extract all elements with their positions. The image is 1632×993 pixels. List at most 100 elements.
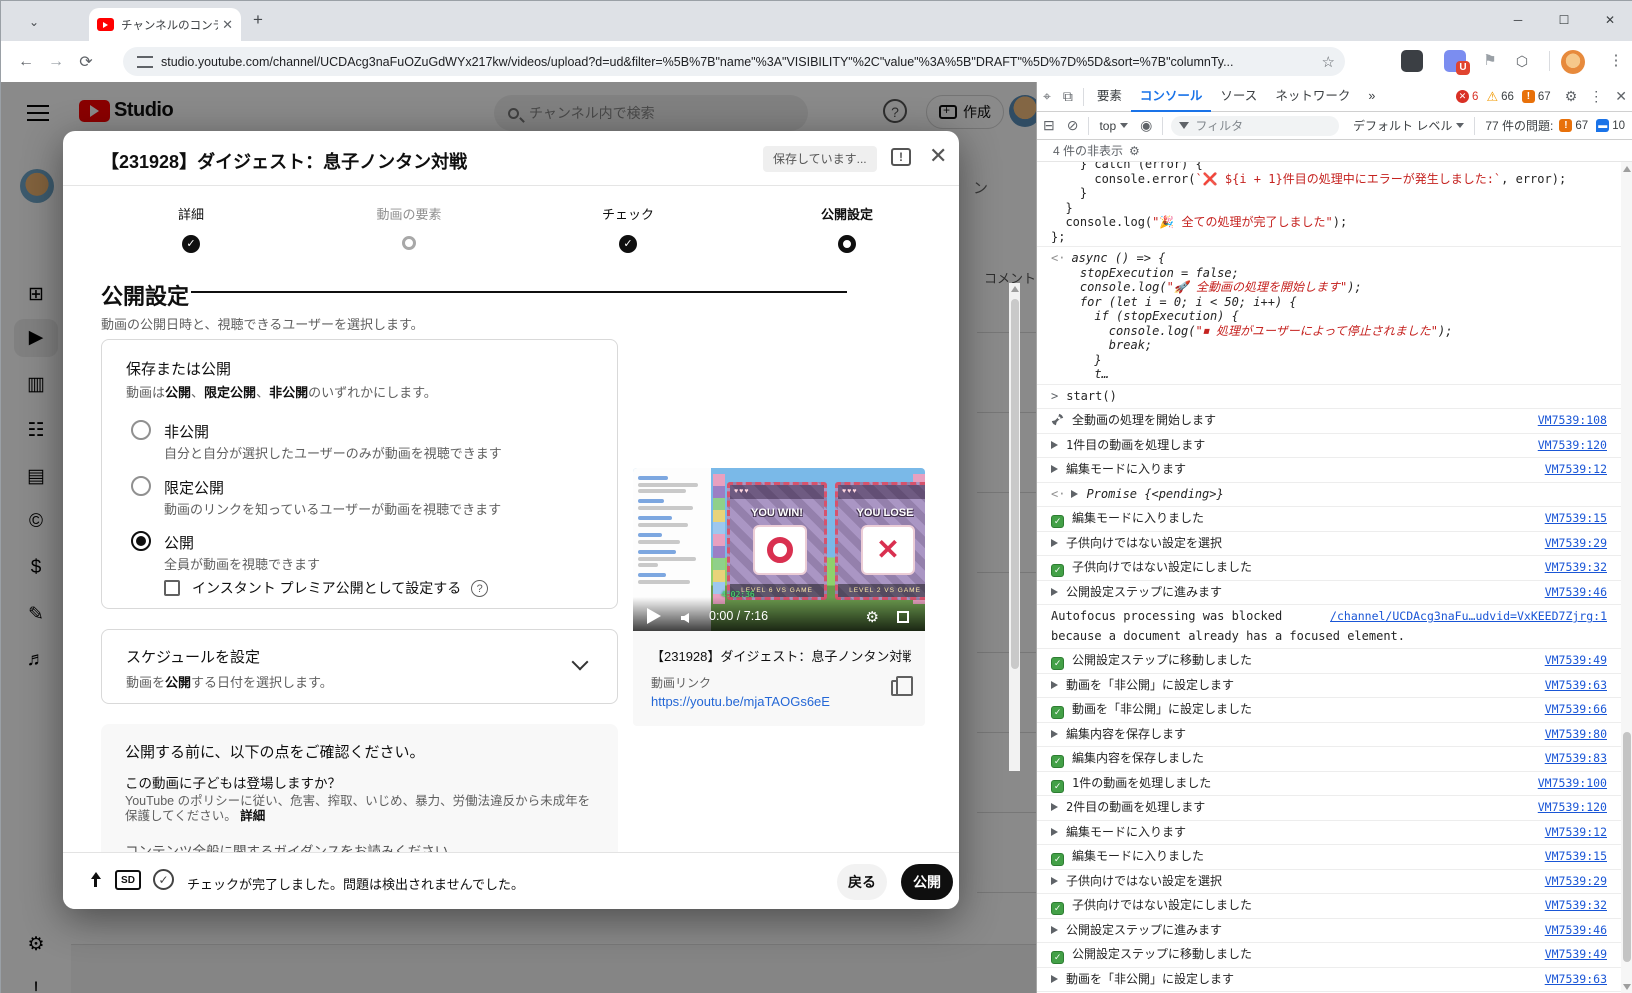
help-circle-icon[interactable]: ? bbox=[471, 580, 488, 597]
vm-source-link[interactable]: VM7539:49 bbox=[1545, 651, 1607, 671]
radio-selected[interactable] bbox=[131, 531, 151, 551]
reload-button[interactable]: ⟳ bbox=[71, 52, 101, 72]
console-log-row[interactable]: ✓子供向けではない設定にしましたVM7539:32 bbox=[1037, 894, 1623, 919]
forward-button[interactable]: → bbox=[41, 53, 71, 71]
problems-summary[interactable]: 77 件の問題: bbox=[1485, 117, 1553, 134]
vm-source-link[interactable]: VM7539:63 bbox=[1545, 676, 1607, 696]
console-log-row[interactable]: ✓編集内容を保存しましたVM7539:83 bbox=[1037, 747, 1623, 772]
window-minimize-button[interactable]: ─ bbox=[1495, 1, 1541, 41]
console-output[interactable]: } catch (error) { console.error(`❌ ${i +… bbox=[1037, 162, 1623, 993]
console-log-row[interactable]: ✓1件の動画を処理しましたVM7539:100 bbox=[1037, 772, 1623, 797]
vm-source-link[interactable]: VM7539:100 bbox=[1538, 774, 1607, 794]
play-icon[interactable] bbox=[647, 608, 661, 624]
bookmark-star-icon[interactable]: ☆ bbox=[1322, 53, 1335, 71]
address-bar[interactable]: studio.youtube.com/channel/UCDAcg3naFuOZ… bbox=[123, 47, 1345, 76]
tab-elements[interactable]: 要素 bbox=[1088, 82, 1131, 112]
new-tab-button[interactable]: + bbox=[253, 10, 263, 30]
tab-search-chevron-icon[interactable]: ⌄ bbox=[23, 11, 45, 33]
window-maximize-button[interactable]: ☐ bbox=[1541, 1, 1587, 41]
devtools-settings-icon[interactable]: ⚙ bbox=[1565, 88, 1578, 105]
console-log-row[interactable]: 1件目の動画を処理しますVM7539:120 bbox=[1037, 434, 1623, 459]
vm-source-link[interactable]: VM7539:80 bbox=[1545, 725, 1607, 745]
console-result-row[interactable]: <·Promise {<pending>} bbox=[1037, 483, 1623, 508]
devtools-menu-icon[interactable]: ⋮ bbox=[1589, 88, 1603, 105]
checkbox-icon[interactable] bbox=[164, 580, 180, 596]
tab-network[interactable]: ネットワーク bbox=[1266, 82, 1359, 112]
error-count[interactable]: 6 bbox=[1472, 91, 1478, 103]
console-log-row[interactable]: 子供向けではない設定を選択VM7539:29 bbox=[1037, 870, 1623, 895]
gear-icon[interactable]: ⚙ bbox=[1129, 144, 1140, 158]
console-log-row[interactable]: 編集内容を保存しますVM7539:80 bbox=[1037, 723, 1623, 748]
feedback-icon[interactable]: ! bbox=[891, 148, 911, 166]
chevron-down-icon[interactable] bbox=[572, 654, 589, 671]
fullscreen-icon[interactable] bbox=[897, 611, 909, 623]
context-selector[interactable]: top bbox=[1099, 119, 1128, 133]
tab-close-icon[interactable]: ✕ bbox=[222, 17, 233, 33]
visibility-option-label[interactable]: 限定公開 bbox=[164, 477, 224, 498]
browser-tab[interactable]: チャンネルのコンテンツ - YouTube S ✕ bbox=[89, 8, 241, 41]
vm-source-link[interactable]: VM7539:120 bbox=[1538, 798, 1607, 818]
device-toolbar-icon[interactable]: ⧉ bbox=[1063, 88, 1073, 105]
extension-icon[interactable] bbox=[1401, 50, 1423, 72]
source-link[interactable]: /channel/UCDAcg3naFu…udvid=VxKEED7Zjrg:1 bbox=[1330, 607, 1607, 627]
vm-source-link[interactable]: VM7539:12 bbox=[1545, 460, 1607, 480]
console-log-row[interactable]: 動画を「非公開」に設定しますVM7539:63 bbox=[1037, 674, 1623, 699]
vm-source-link[interactable]: VM7539:12 bbox=[1545, 823, 1607, 843]
console-log-row[interactable]: ✓公開設定ステップに移動しましたVM7539:49 bbox=[1037, 649, 1623, 674]
eye-icon[interactable]: ◉ bbox=[1140, 117, 1152, 134]
warning-count[interactable]: 66 bbox=[1501, 91, 1514, 103]
modal-scrollbar[interactable] bbox=[1009, 283, 1020, 771]
vm-source-link[interactable]: VM7539:63 bbox=[1545, 970, 1607, 990]
issues-icon[interactable]: ! bbox=[1522, 90, 1535, 103]
radio-unselected[interactable] bbox=[131, 420, 151, 440]
step-2[interactable]: 動画の要素 bbox=[329, 204, 489, 250]
premiere-checkbox-row[interactable]: インスタント プレミア公開として設定する ? bbox=[164, 578, 488, 598]
tab-sources[interactable]: ソース bbox=[1211, 82, 1266, 112]
vm-source-link[interactable]: VM7539:66 bbox=[1545, 700, 1607, 720]
visibility-option-label[interactable]: 非公開 bbox=[164, 421, 209, 442]
inspect-element-icon[interactable]: ⌖ bbox=[1043, 88, 1051, 105]
policy-more-link[interactable]: 詳細 bbox=[240, 809, 265, 823]
publish-button[interactable]: 公開 bbox=[901, 864, 953, 900]
schedule-box[interactable]: スケジュールを設定 動画を公開する日付を選択します。 bbox=[101, 629, 618, 704]
hidden-messages-label[interactable]: 4 件の非表示 bbox=[1053, 142, 1123, 159]
clear-console-icon[interactable]: ⊘ bbox=[1067, 117, 1079, 134]
video-player[interactable]: ♥♥♥ YOU WIN! LEVEL 6 VS GAME ♥♥♥ YOU LOS… bbox=[633, 468, 925, 631]
warning-icon[interactable]: ⚠ bbox=[1486, 89, 1498, 105]
back-step-button[interactable]: 戻る bbox=[837, 864, 887, 900]
vm-source-link[interactable]: VM7539:15 bbox=[1545, 847, 1607, 867]
console-scrollbar[interactable] bbox=[1621, 162, 1632, 993]
step-3[interactable]: チェック✓ bbox=[548, 204, 708, 253]
tab-console[interactable]: コンソール bbox=[1131, 82, 1212, 112]
vm-source-link[interactable]: VM7539:120 bbox=[1538, 436, 1607, 456]
browser-menu-icon[interactable]: ⋮ bbox=[1605, 50, 1627, 72]
vm-source-link[interactable]: VM7539:49 bbox=[1545, 945, 1607, 965]
console-log-row[interactable]: 公開設定ステップに進みますVM7539:46 bbox=[1037, 581, 1623, 606]
log-level-selector[interactable]: デフォルト レベル bbox=[1353, 117, 1464, 134]
browser-profile-avatar[interactable] bbox=[1561, 50, 1585, 74]
devtools-close-icon[interactable]: ✕ bbox=[1615, 88, 1627, 105]
extensions-puzzle-icon[interactable]: ⬡ bbox=[1511, 50, 1533, 72]
bookmark-flag-icon[interactable]: ⚑ bbox=[1479, 50, 1501, 72]
console-filter-input[interactable]: フィルタ bbox=[1171, 116, 1339, 136]
console-log-row[interactable]: 編集モードに入りますVM7539:12 bbox=[1037, 821, 1623, 846]
back-button[interactable]: ← bbox=[11, 53, 41, 71]
extension-icon[interactable]: U bbox=[1444, 50, 1466, 72]
window-close-button[interactable]: ✕ bbox=[1587, 1, 1632, 41]
vm-source-link[interactable]: VM7539:15 bbox=[1545, 509, 1607, 529]
console-log-row[interactable]: 2件目の動画を処理しますVM7539:120 bbox=[1037, 796, 1623, 821]
console-log-row[interactable]: ✓公開設定ステップに移動しましたVM7539:49 bbox=[1037, 943, 1623, 968]
radio-unselected[interactable] bbox=[131, 476, 151, 496]
console-log-row[interactable]: 全動画の処理を開始しますVM7539:108 bbox=[1037, 409, 1623, 434]
player-settings-icon[interactable]: ⚙ bbox=[866, 608, 879, 626]
vm-source-link[interactable]: VM7539:32 bbox=[1545, 896, 1607, 916]
vm-source-link[interactable]: VM7539:46 bbox=[1545, 583, 1607, 603]
console-log-row[interactable]: 編集モードに入りますVM7539:12 bbox=[1037, 458, 1623, 483]
console-warning-row[interactable]: Autofocus processing was blocked /channe… bbox=[1037, 605, 1623, 649]
console-log-row[interactable]: ✓編集モードに入りましたVM7539:15 bbox=[1037, 845, 1623, 870]
more-tabs-icon[interactable]: » bbox=[1359, 82, 1384, 112]
issue-count[interactable]: 67 bbox=[1538, 91, 1551, 103]
step-4[interactable]: 公開設定 bbox=[767, 204, 927, 253]
site-settings-icon[interactable] bbox=[137, 56, 153, 68]
console-log-row[interactable]: 動画を「非公開」に設定しますVM7539:63 bbox=[1037, 968, 1623, 993]
